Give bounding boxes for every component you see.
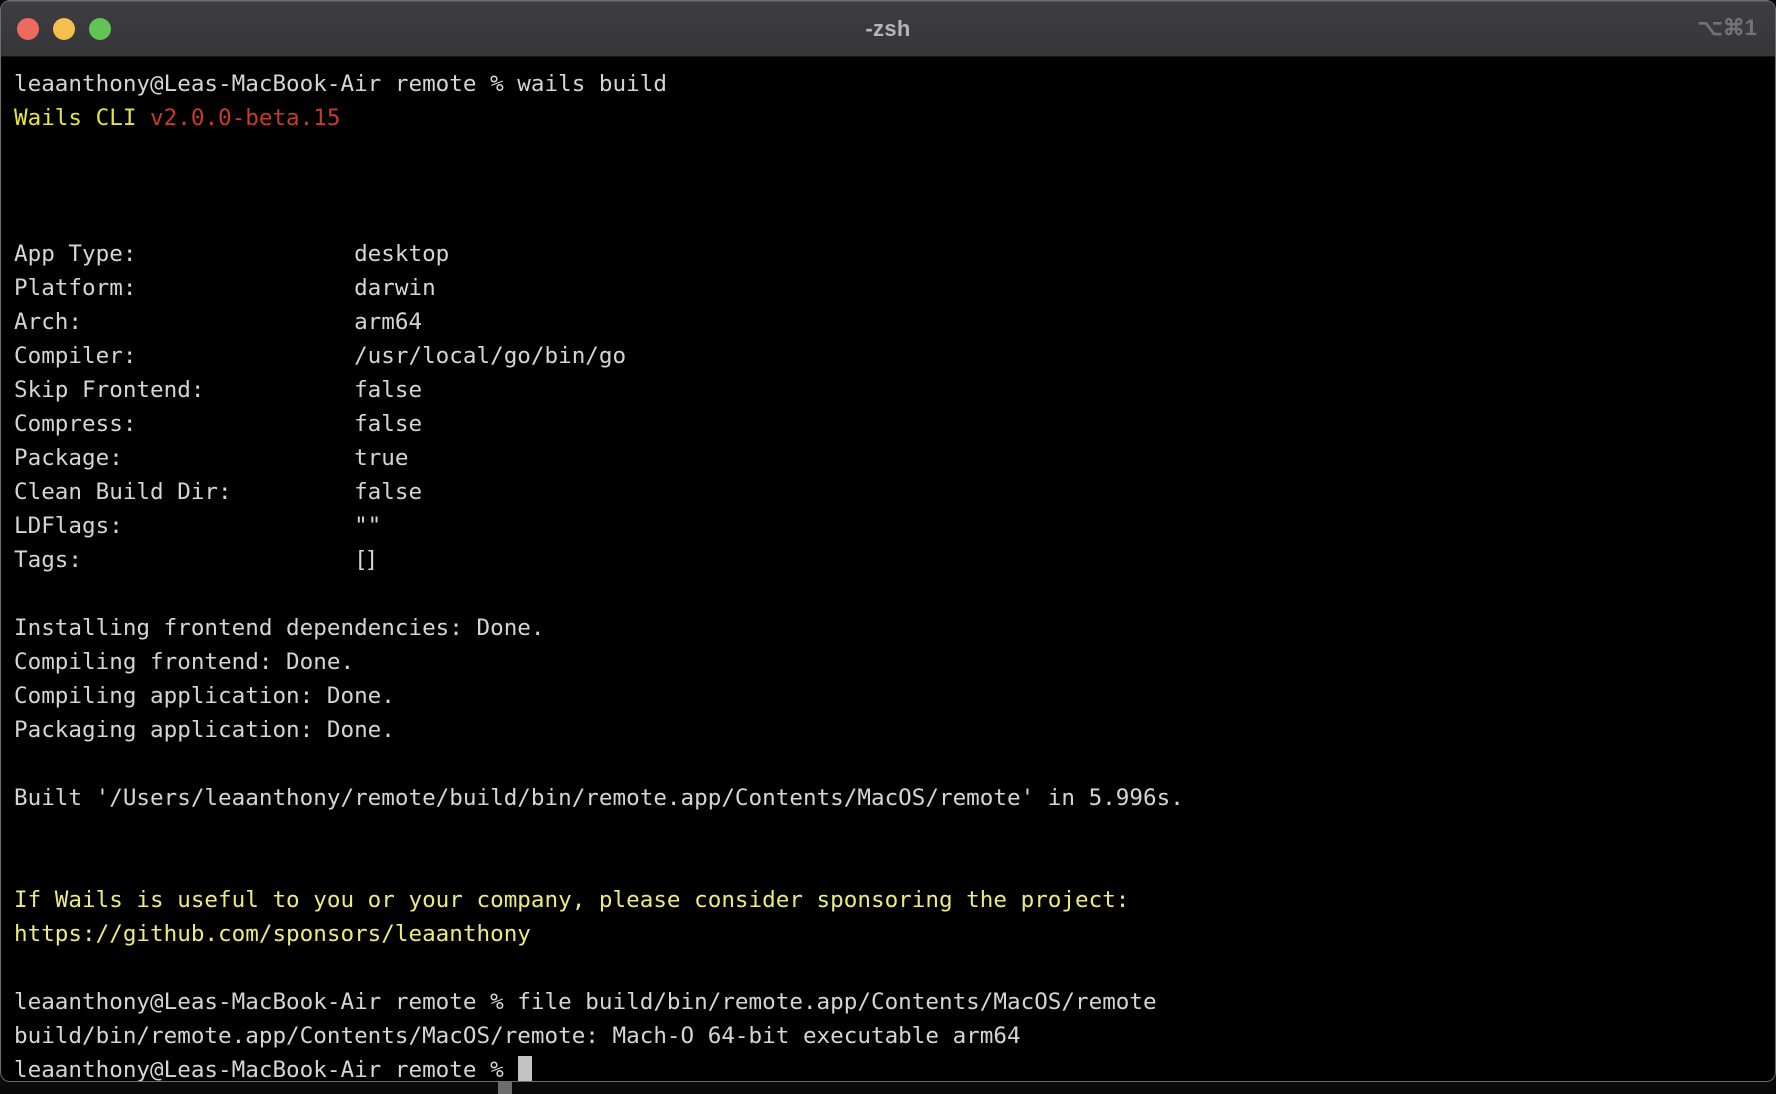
config-value: "" xyxy=(354,513,381,539)
traffic-lights xyxy=(17,18,111,40)
blank-line xyxy=(14,169,1775,203)
config-value: arm64 xyxy=(354,309,422,335)
config-label: LDFlags: xyxy=(14,513,354,539)
titlebar[interactable]: -zsh ⌥⌘1 xyxy=(1,1,1775,57)
progress-line: Packaging application: Done. xyxy=(14,713,1775,747)
terminal-screen[interactable]: leaanthony@Leas-MacBook-Air remote % wai… xyxy=(1,57,1775,1082)
blank-line xyxy=(14,577,1775,611)
config-row: App Type:desktop xyxy=(14,237,1775,271)
window-title: -zsh xyxy=(865,16,910,42)
config-row: Platform:darwin xyxy=(14,271,1775,305)
progress-line: Compiling frontend: Done. xyxy=(14,645,1775,679)
progress-text: Compiling application: Done. xyxy=(14,683,395,709)
config-label: Compiler: xyxy=(14,343,354,369)
progress-text: Packaging application: Done. xyxy=(14,717,395,743)
wails-cli-label: Wails CLI xyxy=(14,105,136,131)
terminal-window: -zsh ⌥⌘1 leaanthony@Leas-MacBook-Air rem… xyxy=(0,0,1776,1082)
config-value: false xyxy=(354,411,422,437)
prompt-text: leaanthony@Leas-MacBook-Air remote % wai… xyxy=(14,71,667,97)
config-value: true xyxy=(354,445,408,471)
config-value: false xyxy=(354,479,422,505)
config-value: /usr/local/go/bin/go xyxy=(354,343,626,369)
config-label: Package: xyxy=(14,445,354,471)
blank-line xyxy=(14,135,1775,169)
sponsor-url-line: https://github.com/sponsors/leaanthony xyxy=(14,917,1775,951)
config-row: Compress:false xyxy=(14,407,1775,441)
prompt-text: leaanthony@Leas-MacBook-Air remote % xyxy=(14,1057,517,1082)
built-text: Built '/Users/leaanthony/remote/build/bi… xyxy=(14,785,1184,811)
config-value: [] xyxy=(354,547,375,573)
prompt-line-active[interactable]: leaanthony@Leas-MacBook-Air remote % xyxy=(14,1053,1775,1082)
prompt-line-1: leaanthony@Leas-MacBook-Air remote % wai… xyxy=(14,67,1775,101)
config-label: Compress: xyxy=(14,411,354,437)
config-row: Compiler:/usr/local/go/bin/go xyxy=(14,339,1775,373)
config-row: LDFlags:"" xyxy=(14,509,1775,543)
zoom-button[interactable] xyxy=(89,18,111,40)
minimize-button[interactable] xyxy=(53,18,75,40)
banner-line: Wails CLI v2.0.0-beta.15 xyxy=(14,101,1775,135)
file-output-text: build/bin/remote.app/Contents/MacOS/remo… xyxy=(14,1023,1021,1049)
blank-line xyxy=(14,849,1775,883)
config-value: false xyxy=(354,377,422,403)
config-label: Arch: xyxy=(14,309,354,335)
blank-line xyxy=(14,815,1775,849)
close-button[interactable] xyxy=(17,18,39,40)
config-row: Skip Frontend:false xyxy=(14,373,1775,407)
config-row: Tags:[] xyxy=(14,543,1775,577)
progress-line: Installing frontend dependencies: Done. xyxy=(14,611,1775,645)
config-row: Clean Build Dir:false xyxy=(14,475,1775,509)
blank-line xyxy=(14,747,1775,781)
config-label: Platform: xyxy=(14,275,354,301)
tab-shortcut-label: ⌥⌘1 xyxy=(1697,15,1757,41)
blank-line xyxy=(14,951,1775,985)
background-window-fragment xyxy=(498,1082,512,1094)
config-value: desktop xyxy=(354,241,449,267)
config-label: Tags: xyxy=(14,547,354,573)
config-label: Skip Frontend: xyxy=(14,377,354,403)
prompt-line-2: leaanthony@Leas-MacBook-Air remote % fil… xyxy=(14,985,1775,1019)
text-cursor xyxy=(518,1056,532,1083)
progress-line: Compiling application: Done. xyxy=(14,679,1775,713)
blank-line xyxy=(14,203,1775,237)
sponsor-url: https://github.com/sponsors/leaanthony xyxy=(14,921,531,947)
wails-version-label: v2.0.0-beta.15 xyxy=(150,105,340,131)
config-label: Clean Build Dir: xyxy=(14,479,354,505)
sponsor-line: If Wails is useful to you or your compan… xyxy=(14,883,1775,917)
built-line: Built '/Users/leaanthony/remote/build/bi… xyxy=(14,781,1775,815)
config-row: Package:true xyxy=(14,441,1775,475)
prompt-text: leaanthony@Leas-MacBook-Air remote % fil… xyxy=(14,989,1157,1015)
progress-text: Installing frontend dependencies: Done. xyxy=(14,615,545,641)
config-value: darwin xyxy=(354,275,436,301)
config-label: App Type: xyxy=(14,241,354,267)
config-row: Arch:arm64 xyxy=(14,305,1775,339)
sponsor-text: If Wails is useful to you or your compan… xyxy=(14,887,1129,913)
command-output-line: build/bin/remote.app/Contents/MacOS/remo… xyxy=(14,1019,1775,1053)
progress-text: Compiling frontend: Done. xyxy=(14,649,354,675)
